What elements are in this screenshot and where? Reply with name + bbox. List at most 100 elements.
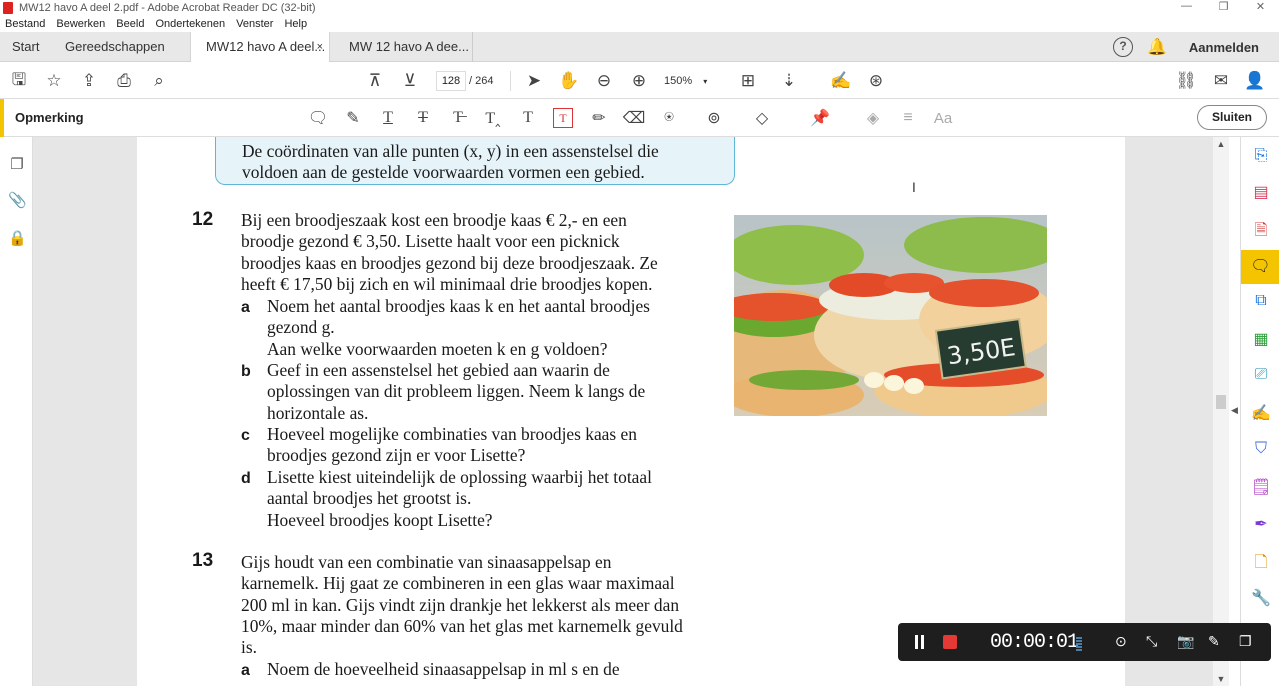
- edit-pdf-icon[interactable]: ▦: [1251, 329, 1271, 349]
- sandwich-illustration: 3,50E: [734, 215, 1047, 416]
- menu-bestand[interactable]: Bestand: [0, 16, 51, 32]
- fill-sign-icon[interactable]: ⊛: [866, 71, 886, 91]
- minimize-recorder-icon[interactable]: ❐: [1239, 633, 1252, 650]
- stop-record-icon[interactable]: [943, 635, 957, 649]
- add-text-icon[interactable]: T: [518, 108, 538, 128]
- zoom-out-icon[interactable]: ⊖: [594, 71, 614, 91]
- info-box: De coördinaten van alle punten (x, y) in…: [215, 137, 735, 185]
- previous-page-icon[interactable]: ⊼: [365, 71, 385, 91]
- screen-recorder-bar: 00:00:01 ⊙ ⤡ 📷 ✎ ❐: [898, 623, 1271, 661]
- q12-b-line: horizontale as.: [267, 402, 369, 423]
- attachments-icon[interactable]: 📎: [8, 191, 27, 209]
- close-window-button[interactable]: ✕: [1242, 0, 1279, 13]
- highlight-icon[interactable]: ✎: [343, 108, 363, 128]
- share-user-icon[interactable]: 👤: [1244, 71, 1265, 91]
- select-arrow-icon[interactable]: ➤: [524, 71, 544, 91]
- replace-text-icon[interactable]: T̶: [448, 108, 468, 128]
- sticky-note-icon[interactable]: 🗨: [308, 108, 328, 128]
- collapse-icon[interactable]: ⤡: [1146, 633, 1157, 650]
- maximize-button[interactable]: ❐: [1205, 0, 1242, 13]
- request-signatures-icon[interactable]: ✒: [1251, 514, 1271, 534]
- next-page-icon[interactable]: ⊻: [400, 71, 420, 91]
- q12-c-label: c: [241, 427, 250, 444]
- signin-link[interactable]: Aanmelden: [1189, 40, 1259, 55]
- zoom-select[interactable]: 150% ▾: [664, 72, 707, 91]
- q13-intro-line: 200 ml in kan. Gijs vindt zijn drankje h…: [241, 594, 680, 615]
- help-icon[interactable]: ?: [1113, 37, 1133, 57]
- shapes-icon[interactable]: ◇: [752, 108, 772, 128]
- vertical-scrollbar[interactable]: ▲ ▼: [1213, 137, 1229, 686]
- q12-b-label: b: [241, 363, 251, 380]
- create-pdf-icon[interactable]: 🗎: [1251, 219, 1271, 239]
- q12-intro-line: broodjes kaas en broodjes gezond bij dez…: [241, 252, 658, 273]
- tab-tools[interactable]: Gereedschappen: [65, 32, 165, 62]
- send-for-review-icon[interactable]: 🗋: [1251, 551, 1271, 571]
- star-icon[interactable]: ☆: [44, 71, 64, 91]
- search-icon[interactable]: ⌕: [149, 71, 169, 91]
- q13-intro-line: karnemelk. Hij gaat ze combineren in een…: [241, 573, 675, 594]
- scan-ocr-icon[interactable]: ⎚: [1251, 366, 1271, 386]
- protect-icon[interactable]: ⛉: [1251, 440, 1271, 460]
- q12-c-text: Hoeveel mogelijke combinaties van broodj…: [267, 424, 637, 467]
- q12-d-line: aantal broodjes het grootst is.: [267, 488, 472, 509]
- text-box-icon[interactable]: T: [553, 108, 573, 128]
- q13-a-label: a: [241, 662, 250, 679]
- insert-text-icon[interactable]: T‸: [483, 108, 503, 128]
- q13-intro-line: Gijs houdt van een combinatie van sinaas…: [241, 552, 612, 572]
- fill-sign-tool-icon[interactable]: ✍: [1251, 403, 1271, 423]
- tab-document-1[interactable]: MW12 havo A deel... ×: [190, 32, 330, 63]
- hand-icon[interactable]: ✋: [558, 71, 579, 91]
- security-icon[interactable]: 🔒: [8, 229, 27, 247]
- stamp-icon[interactable]: ⍟: [659, 108, 679, 128]
- link-share-icon[interactable]: ⛓: [1175, 71, 1197, 91]
- q12-b-text: Geef in een assenstelsel het gebied aan …: [267, 360, 645, 424]
- info-line-2: voldoen aan de gestelde voorwaarden vorm…: [242, 162, 645, 183]
- pen-icon[interactable]: ✎: [1208, 633, 1220, 650]
- minimize-button[interactable]: —: [1168, 0, 1205, 13]
- scroll-thumb[interactable]: [1216, 395, 1226, 409]
- zoom-in-icon[interactable]: ⊕: [629, 71, 649, 91]
- prepare-form-icon[interactable]: 🗒: [1251, 477, 1271, 497]
- underline-text-icon[interactable]: T: [378, 108, 398, 128]
- export-pdf-icon[interactable]: ⎘: [1251, 147, 1271, 167]
- expand-right-icon[interactable]: ◀: [1231, 405, 1238, 416]
- close-comment-button[interactable]: Sluiten: [1197, 105, 1267, 130]
- close-tab-icon[interactable]: ×: [317, 32, 323, 62]
- tab-document-2[interactable]: MW 12 havo A dee...: [335, 32, 473, 62]
- question-12-intro: Bij een broodjeszaak kost een broodje ka…: [241, 210, 658, 295]
- pin-icon[interactable]: 📌: [810, 108, 830, 128]
- comment-tool-icon[interactable]: 🗨: [1241, 250, 1279, 284]
- attach-icon[interactable]: ⊚: [704, 108, 724, 128]
- eraser-icon[interactable]: ⌫: [623, 108, 646, 128]
- combine-files-icon[interactable]: ⧉: [1251, 292, 1271, 312]
- pages-icon[interactable]: ❐: [8, 155, 26, 173]
- menu-venster[interactable]: Venster: [231, 16, 279, 32]
- more-tools-icon[interactable]: 🔧: [1251, 588, 1271, 608]
- save-icon[interactable]: 🖫: [9, 70, 29, 91]
- menu-beeld[interactable]: Beeld: [111, 16, 150, 32]
- sign-icon[interactable]: ✍: [830, 71, 851, 91]
- strikethrough-text-icon[interactable]: T: [413, 108, 433, 128]
- q12-a-label: a: [241, 299, 250, 316]
- email-icon[interactable]: ✉: [1211, 71, 1231, 91]
- q12-a-line: Noem het aantal broodjes kaas k en het a…: [267, 296, 650, 316]
- scroll-up-icon[interactable]: ▲: [1213, 139, 1229, 149]
- q12-d-label: d: [241, 470, 251, 487]
- pencil-icon[interactable]: ✏: [589, 108, 609, 128]
- menu-ondertekenen[interactable]: Ondertekenen: [150, 16, 231, 32]
- upload-cloud-icon[interactable]: ⇪: [79, 71, 99, 91]
- menu-bewerken[interactable]: Bewerken: [51, 16, 111, 32]
- scroll-down-icon[interactable]: ▼: [1213, 674, 1229, 684]
- bell-icon[interactable]: 🔔: [1147, 37, 1167, 57]
- scroll-mode-icon[interactable]: ⇣: [779, 71, 799, 91]
- webcam-icon[interactable]: ⊙: [1115, 633, 1127, 650]
- print-icon[interactable]: ⎙: [114, 71, 134, 91]
- window-title: MW12 havo A deel 2.pdf - Adobe Acrobat R…: [19, 2, 316, 14]
- organize-pages-icon[interactable]: ▤: [1251, 182, 1271, 202]
- menu-help[interactable]: Help: [279, 16, 313, 32]
- tab-start[interactable]: Start: [12, 32, 39, 62]
- pause-icon[interactable]: [914, 635, 926, 649]
- page-display-icon[interactable]: ⊞: [738, 71, 758, 91]
- page-number-input[interactable]: 128: [436, 71, 466, 91]
- camera-icon[interactable]: 📷: [1177, 633, 1194, 650]
